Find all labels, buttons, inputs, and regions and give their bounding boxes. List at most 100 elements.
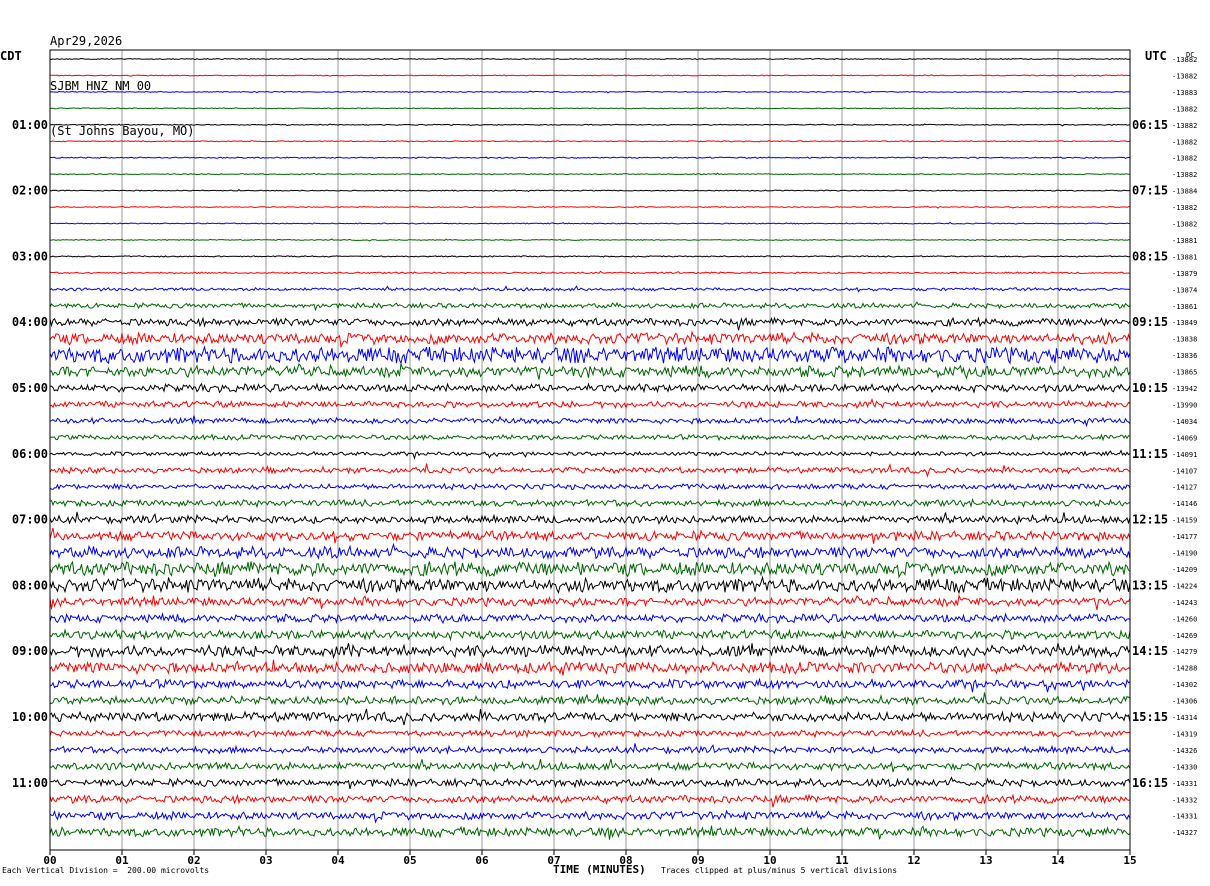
trace-line <box>49 316 1131 331</box>
dc-offset-label: -14091 <box>1172 451 1197 459</box>
trace-line <box>49 542 1131 560</box>
x-tick-label: 04 <box>331 854 345 867</box>
trace-line <box>49 612 1131 625</box>
right-time-label: 09:15 <box>1132 315 1168 329</box>
trace-line <box>49 433 1131 442</box>
dc-offset-label: -14243 <box>1172 599 1197 607</box>
trace-line <box>49 482 1131 492</box>
dc-offset-label: -13861 <box>1172 303 1197 311</box>
x-tick-label: 05 <box>403 854 416 867</box>
right-time-label: 14:15 <box>1132 644 1168 658</box>
right-time-label: 10:15 <box>1132 381 1168 395</box>
left-time-label: 06:00 <box>12 447 48 461</box>
left-time-label: 07:00 <box>12 513 48 527</box>
trace-line <box>49 728 1131 739</box>
dc-offset-label: -13849 <box>1172 319 1197 327</box>
dc-offset-label: -13884 <box>1172 188 1197 196</box>
dc-offset-label: -14302 <box>1172 681 1197 689</box>
dc-offset-label: -14330 <box>1172 763 1197 771</box>
dc-offset-label: -14069 <box>1172 434 1197 442</box>
trace-line <box>49 363 1131 380</box>
dc-offset-label: -14306 <box>1172 698 1197 706</box>
dc-offset-label: -13882 <box>1172 204 1197 212</box>
left-time-label: 11:00 <box>12 776 48 790</box>
right-time-label: 08:15 <box>1132 249 1168 263</box>
right-time-label: 12:15 <box>1132 513 1168 527</box>
dc-offset-label: -14260 <box>1172 615 1197 623</box>
dc-offset-label: -13882 <box>1172 122 1197 130</box>
dc-offset-label: -14319 <box>1172 730 1197 738</box>
dc-column-label: DC <box>1186 51 1194 59</box>
clip-note: Traces clipped at plus/minus 5 vertical … <box>661 866 898 875</box>
trace-line <box>49 708 1131 726</box>
trace-line <box>49 189 1131 193</box>
dc-offset-label: -14159 <box>1172 517 1197 525</box>
trace-line <box>50 205 1131 209</box>
dc-offset-label: -14209 <box>1172 566 1197 574</box>
trace-line <box>49 628 1131 642</box>
dc-offset-label: -13836 <box>1172 352 1197 360</box>
dc-offset-label: -14314 <box>1172 714 1197 722</box>
trace-line <box>49 301 1131 312</box>
trace-line <box>49 511 1131 526</box>
dc-offset-label: -14224 <box>1172 582 1197 590</box>
trace-line <box>49 238 1131 242</box>
dc-offset-label: -14288 <box>1172 665 1197 673</box>
dc-offset-label: -14332 <box>1172 796 1197 804</box>
left-time-labels: 01:00 02:00 03:00 04:00 05:00 06:00 07:00 08:00… <box>12 118 48 790</box>
trace-group <box>49 57 1131 840</box>
dc-offset-label: -13942 <box>1172 385 1197 393</box>
trace-line <box>49 463 1131 478</box>
trace-line <box>49 123 1131 127</box>
dc-offset-labels: -13882 -13882 -13883 -13882 -13882 -13882 -138… <box>1172 56 1197 837</box>
x-tick-label: 13 <box>979 854 992 867</box>
right-time-label: 07:15 <box>1132 184 1168 198</box>
trace-line <box>49 255 1131 258</box>
trace-line <box>49 692 1131 707</box>
right-time-labels: 06:15 07:15 08:15 09:15 10:15 11:15 12:15 13:15… <box>1132 118 1168 790</box>
trace-line <box>49 776 1131 790</box>
dc-offset-label: -14107 <box>1172 467 1197 475</box>
trace-line <box>49 498 1131 509</box>
left-time-label: 10:00 <box>12 710 48 724</box>
trace-line <box>49 793 1131 808</box>
trace-line <box>49 140 1131 143</box>
dc-offset-label: -13882 <box>1172 105 1197 113</box>
left-time-label: 02:00 <box>12 184 48 198</box>
dc-offset-label: -14127 <box>1172 484 1197 492</box>
trace-line <box>49 156 1131 159</box>
grid-lines <box>121 50 1059 850</box>
dc-offset-label: -14331 <box>1172 780 1197 788</box>
dc-offset-label: -13882 <box>1172 155 1197 163</box>
trace-line <box>49 270 1131 275</box>
trace-line <box>49 758 1131 773</box>
trace-line <box>49 57 1131 61</box>
trace-line <box>49 397 1131 410</box>
dc-offset-label: -13838 <box>1172 336 1197 344</box>
trace-line <box>49 560 1131 579</box>
trace-line <box>49 659 1131 676</box>
right-time-label: 06:15 <box>1132 118 1168 132</box>
x-tick-label: 15 <box>1123 854 1136 867</box>
dc-offset-label: -13990 <box>1172 401 1197 409</box>
right-time-label: 11:15 <box>1132 447 1168 461</box>
left-time-label: 09:00 <box>12 644 48 658</box>
x-tick-label: 12 <box>907 854 920 867</box>
dc-offset-label: -13882 <box>1172 171 1197 179</box>
dc-offset-label: -14331 <box>1172 813 1197 821</box>
trace-line <box>49 527 1131 544</box>
dc-offset-label: -14327 <box>1172 829 1197 837</box>
trace-line <box>49 825 1131 840</box>
trace-line <box>49 677 1131 693</box>
seismogram-plot: 00 01 02 03 04 05 06 07 08 09 10 11 12 13 14 15 01:0002… <box>0 49 1197 867</box>
trace-line <box>49 285 1130 293</box>
dc-offset-label: -13879 <box>1172 270 1197 278</box>
plot-frame <box>49 49 1131 851</box>
dc-offset-label: -14034 <box>1172 418 1197 426</box>
trace-line <box>49 415 1131 428</box>
trace-line <box>49 90 1131 94</box>
right-time-label: 16:15 <box>1132 776 1168 790</box>
dc-offset-label: -14269 <box>1172 632 1197 640</box>
dc-offset-label: -13882 <box>1172 72 1197 80</box>
trace-line <box>49 221 1131 225</box>
